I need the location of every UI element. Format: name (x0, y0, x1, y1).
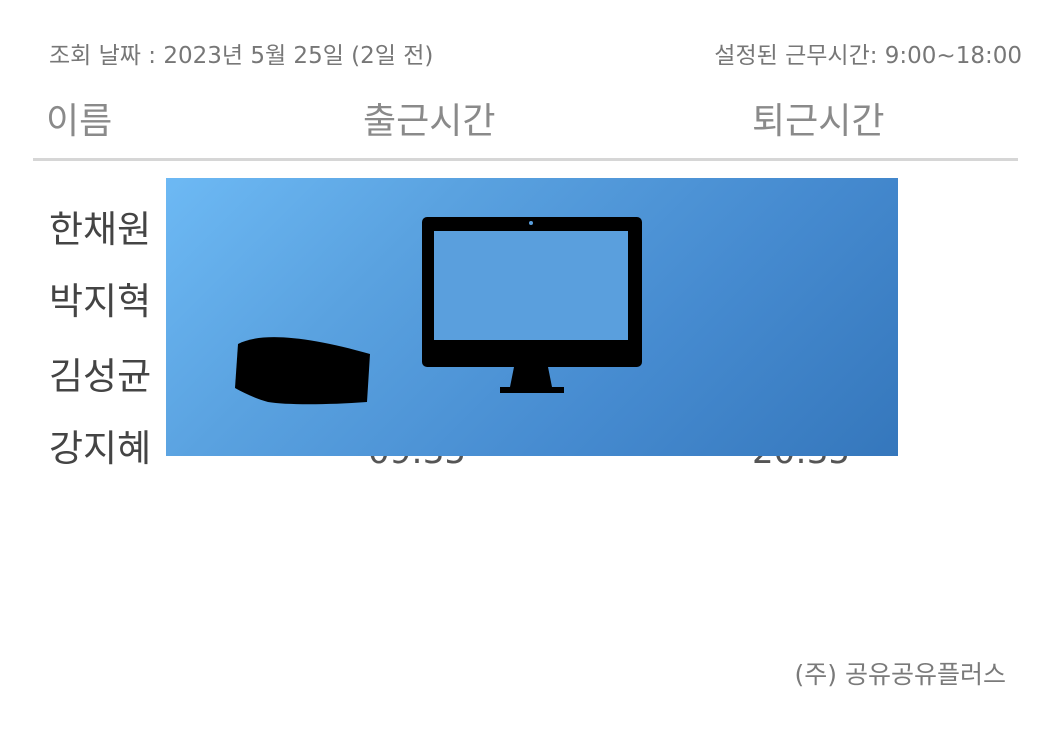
row-name-4: 강지혜 (49, 427, 152, 470)
row-name-3: 김성균 (49, 355, 152, 398)
column-header-name: 이름 (46, 101, 113, 142)
overlay-graphic (235, 217, 642, 405)
monitor-icon (422, 217, 642, 393)
work-hours: 설정된 근무시간: 9:00~18:00 (714, 43, 1022, 69)
company-footer: (주) 공유공유플러스 (794, 660, 1006, 689)
header-divider (33, 158, 1018, 161)
column-header-clock-out: 퇴근시간 (752, 101, 885, 142)
device-icon (235, 337, 370, 405)
query-date: 조회 날짜 : 2023년 5월 25일 (2일 전) (49, 43, 434, 69)
row-name-1: 한채원 (49, 208, 152, 251)
device-overlay (166, 178, 898, 456)
row-name-2: 박지혁 (49, 280, 152, 323)
column-header-clock-in: 출근시간 (363, 101, 496, 142)
